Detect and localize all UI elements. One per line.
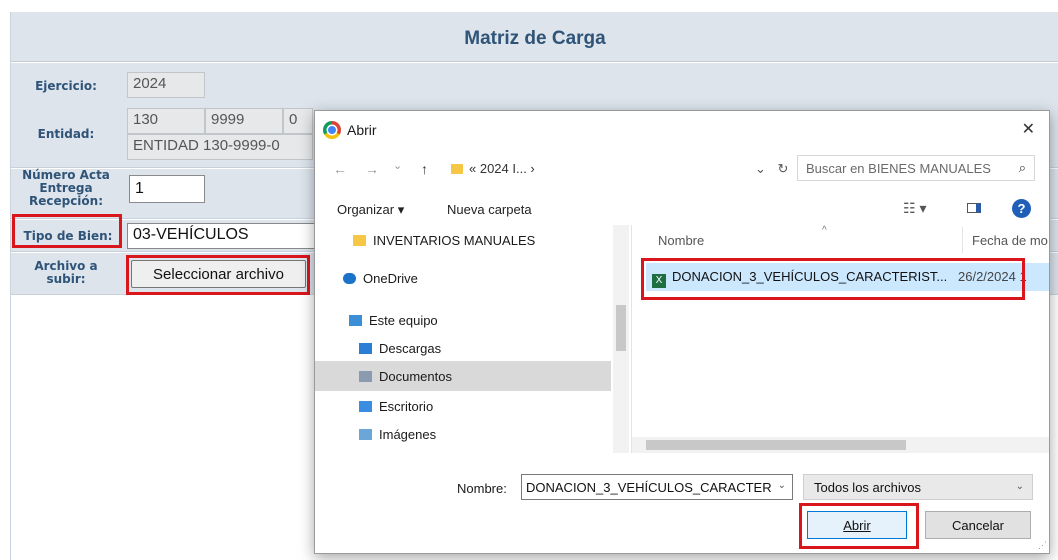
- downloads-icon: [359, 343, 372, 354]
- help-icon[interactable]: ?: [1012, 199, 1031, 218]
- open-file-dialog: Abrir ✕ ← → ⌄ ↑ « 2024 I... › ⌄ ↻ Buscar…: [314, 110, 1050, 554]
- horizontal-scrollbar[interactable]: [632, 437, 1049, 453]
- filename-label: Nombre:: [457, 481, 507, 496]
- filename-input[interactable]: DONACION_3_VEHÍCULOS_CARACTER ⌄: [521, 474, 793, 500]
- documents-icon: [359, 371, 372, 382]
- dialog-title: Abrir: [347, 122, 377, 138]
- filename-value: DONACION_3_VEHÍCULOS_CARACTER: [526, 480, 772, 495]
- nav-item-label: Escritorio: [379, 399, 434, 414]
- navigation-scrollbar[interactable]: [613, 225, 629, 453]
- search-input[interactable]: Buscar en BIENES MANUALES ⌕: [797, 155, 1035, 181]
- sort-caret-icon: ^: [822, 225, 827, 236]
- address-controls: ⌄ ↻: [755, 161, 788, 177]
- chevron-down-icon: ⌄: [1015, 481, 1024, 492]
- breadcrumb[interactable]: « 2024 I... ›: [451, 161, 535, 176]
- nav-item-label: Imágenes: [379, 427, 437, 442]
- archivo-label-line2: subir:: [46, 272, 86, 286]
- dialog-toolbar: Organizar ▾ Nueva carpeta ☷ ▾ ?: [315, 191, 1049, 225]
- entidad-label: Entidad:: [37, 127, 95, 141]
- nav-item-este-equipo[interactable]: Este equipo: [315, 305, 611, 335]
- breadcrumb-path: « 2024 I... ›: [469, 161, 535, 176]
- search-placeholder: Buscar en BIENES MANUALES: [806, 161, 991, 176]
- filename-dropdown-icon[interactable]: ⌄: [777, 480, 786, 491]
- close-icon[interactable]: ✕: [1022, 119, 1035, 139]
- folder-icon: [451, 164, 463, 174]
- ejercicio-label: Ejercicio:: [35, 79, 97, 93]
- images-icon: [359, 429, 372, 440]
- form-title-bar: Matriz de Carga: [11, 12, 1058, 62]
- nav-item-label: Este equipo: [369, 313, 438, 328]
- tipo-bien-select[interactable]: 03-VEHÍCULOS: [127, 223, 317, 249]
- nav-item-label: INVENTARIOS MANUALES: [373, 233, 536, 248]
- entidad-code2-field: 9999: [205, 108, 283, 134]
- archivo-label: Archivo a subir:: [11, 260, 121, 286]
- up-arrow-icon[interactable]: ↑: [421, 161, 428, 177]
- file-type-value: Todos los archivos: [814, 480, 921, 495]
- back-arrow-icon[interactable]: ←: [333, 161, 347, 177]
- numero-acta-label-line3: Recepción:: [28, 194, 104, 208]
- desktop-icon: [359, 401, 372, 412]
- search-icon: ⌕: [1018, 160, 1026, 175]
- view-options-icon[interactable]: ☷ ▾: [903, 200, 926, 217]
- preview-pane-icon[interactable]: [967, 203, 981, 213]
- navigation-pane: INVENTARIOS MANUALES OneDrive Este equip…: [315, 225, 629, 453]
- select-file-highlight: [126, 255, 310, 295]
- column-header-name[interactable]: Nombre: [658, 233, 704, 248]
- scrollbar-thumb[interactable]: [616, 305, 626, 351]
- recent-dropdown-icon[interactable]: ⌄: [393, 159, 402, 172]
- dialog-titlebar: Abrir ✕: [315, 111, 1049, 147]
- nav-item-label: Documentos: [379, 369, 452, 384]
- chrome-icon: [323, 121, 341, 139]
- page-title: Matriz de Carga: [464, 28, 606, 49]
- numero-acta-input[interactable]: 1: [129, 175, 205, 203]
- computer-icon: [349, 315, 362, 326]
- organize-menu[interactable]: Organizar ▾: [337, 202, 404, 218]
- ejercicio-field: 2024: [127, 72, 205, 98]
- tipo-bien-highlight: [12, 214, 122, 248]
- column-divider[interactable]: [962, 227, 963, 253]
- address-bar: ← → ⌄ ↑ « 2024 I... › ⌄ ↻ Buscar en BIEN…: [315, 147, 1049, 191]
- cancel-button[interactable]: Cancelar: [925, 511, 1031, 539]
- entidad-name-field: ENTIDAD 130-9999-0: [127, 134, 313, 160]
- refresh-icon[interactable]: ↻: [778, 161, 789, 176]
- nav-item-inventarios-manuales[interactable]: INVENTARIOS MANUALES: [315, 225, 611, 255]
- nav-item-descargas[interactable]: Descargas: [315, 333, 611, 363]
- folder-icon: [353, 235, 366, 246]
- resize-grip-icon[interactable]: ⋰: [1038, 540, 1047, 551]
- nav-item-documentos[interactable]: Documentos: [315, 361, 611, 391]
- forward-arrow-icon[interactable]: →: [365, 161, 379, 177]
- nav-item-escritorio[interactable]: Escritorio: [315, 391, 611, 421]
- entidad-code3-field: 0: [283, 108, 313, 134]
- new-folder-button[interactable]: Nueva carpeta: [447, 202, 532, 217]
- scrollbar-thumb[interactable]: [646, 440, 906, 450]
- nav-item-label: OneDrive: [363, 271, 418, 286]
- cloud-icon: [343, 273, 356, 284]
- open-button-highlight: [799, 503, 919, 549]
- entidad-code1-field: 130: [127, 108, 205, 134]
- numero-acta-label: Número Acta Entrega Recepción:: [11, 169, 121, 208]
- nav-item-label: Descargas: [379, 341, 442, 356]
- file-row-highlight: [641, 258, 1025, 300]
- nav-item-onedrive[interactable]: OneDrive: [315, 263, 611, 293]
- file-type-select[interactable]: Todos los archivos ⌄: [803, 474, 1033, 500]
- nav-item-imagenes[interactable]: Imágenes: [315, 419, 611, 449]
- column-header-date[interactable]: Fecha de mo: [972, 233, 1048, 248]
- address-dropdown-icon[interactable]: ⌄: [755, 161, 766, 176]
